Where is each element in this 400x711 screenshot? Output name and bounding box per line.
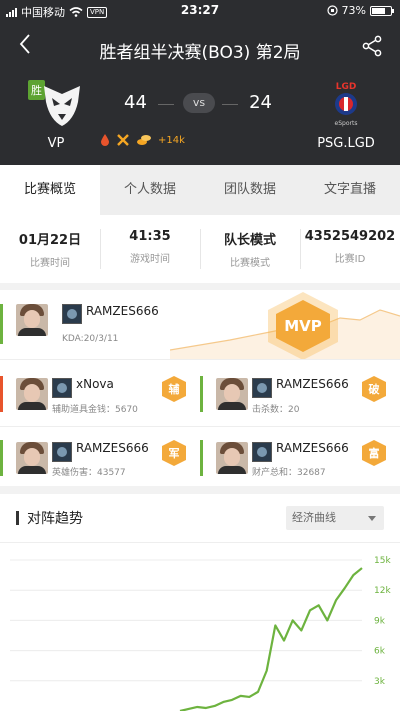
vp-logo-icon <box>44 86 80 126</box>
avatar <box>216 378 248 410</box>
y-tick-label: 15k <box>374 556 391 566</box>
y-tick-label: 12k <box>374 586 391 596</box>
player-stat: 财产总和：32687 <box>252 468 326 478</box>
vp-logo: 胜 <box>26 80 86 130</box>
score-left: 44 <box>124 92 147 113</box>
divider <box>222 104 238 105</box>
avatar <box>16 442 48 474</box>
player-awards: RAMZES666 KDA:20/3/11 MVP xNova 辅助道具金钱：5… <box>0 290 400 486</box>
chevron-down-icon <box>368 516 376 521</box>
y-tick-label: 9k <box>374 616 386 626</box>
info-value: 41:35 <box>129 229 171 244</box>
info-key: 比赛模式 <box>230 258 270 269</box>
gold-advantage: +14k <box>158 134 185 146</box>
y-tick-label: 6k <box>374 647 386 657</box>
player-name: xNova <box>76 377 114 391</box>
svg-text:LGD: LGD <box>336 82 357 92</box>
hero-icon <box>52 442 72 462</box>
divider <box>0 426 400 427</box>
hero-icon <box>252 378 272 398</box>
award-badge: 军 <box>162 440 186 466</box>
trend-header: 对阵趋势 <box>16 508 83 528</box>
mvp-player-name: RAMZES666 <box>86 304 159 318</box>
orientation-lock-icon <box>326 5 338 16</box>
mvp-kda: KDA:20/3/11 <box>62 334 119 344</box>
mvp-row[interactable]: RAMZES666 KDA:20/3/11 MVP <box>0 290 400 360</box>
team-left[interactable]: 胜 VP <box>14 80 98 151</box>
economy-series-line <box>179 567 363 711</box>
svg-text:eSports: eSports <box>335 120 358 127</box>
player-name: RAMZES666 <box>276 441 349 455</box>
team-indicator <box>0 304 3 344</box>
tab-team-stats[interactable]: 团队数据 <box>200 165 300 215</box>
share-icon[interactable] <box>360 34 384 58</box>
info-key: 游戏时间 <box>130 254 170 265</box>
economy-chart: 15k 12k 9k 6k 3k <box>10 556 391 711</box>
avatar <box>16 378 48 410</box>
info-value: 4352549202 <box>304 229 396 244</box>
battery-icon <box>370 5 394 16</box>
hero-icon <box>62 304 82 324</box>
info-key: 比赛ID <box>334 254 366 265</box>
team-right[interactable]: LGD eSports PSG.LGD <box>314 80 378 151</box>
curve-type-dropdown[interactable]: 经济曲线 <box>286 506 384 530</box>
info-game-mode: 队长模式 比赛模式 <box>200 215 300 283</box>
award-badge: 富 <box>362 440 386 466</box>
divider <box>0 542 400 543</box>
team-indicator <box>0 376 3 412</box>
trend-title: 对阵趋势 <box>27 511 83 527</box>
info-value: 01月22日 <box>18 233 82 248</box>
mvp-badge-icon: MVP <box>268 292 338 359</box>
player-name: RAMZES666 <box>76 441 149 455</box>
info-game-duration: 41:35 游戏时间 <box>100 215 200 283</box>
vs-badge: vs <box>183 93 215 113</box>
team-indicator <box>200 376 203 412</box>
tab-bar: 比赛概览 个人数据 团队数据 文字直播 <box>0 165 400 215</box>
team-right-name: PSG.LGD <box>317 136 375 151</box>
coins-icon <box>137 135 151 145</box>
match-info: 01月22日 比赛时间 41:35 游戏时间 队长模式 比赛模式 4352549… <box>0 215 400 283</box>
hero-icon <box>52 378 72 398</box>
match-stat-icons: +14k <box>100 133 185 147</box>
info-key: 比赛时间 <box>30 258 70 269</box>
status-bar: 中国移动 VPN 23:27 73% <box>0 0 400 22</box>
tab-live-text[interactable]: 文字直播 <box>300 165 400 215</box>
info-match-time: 01月22日 比赛时间 <box>0 215 100 283</box>
tab-overview[interactable]: 比赛概览 <box>0 165 100 215</box>
tab-player-stats[interactable]: 个人数据 <box>100 165 200 215</box>
dropdown-value: 经济曲线 <box>292 511 336 524</box>
team-indicator <box>200 440 203 476</box>
team-left-name: VP <box>47 136 65 151</box>
hero-icon <box>252 442 272 462</box>
player-stat: 辅助道具金钱：5670 <box>52 405 138 415</box>
award-badge: 辅 <box>162 376 186 402</box>
info-match-id: 4352549202 比赛ID <box>300 215 400 283</box>
team-indicator <box>0 440 3 476</box>
page-title: 胜者组半决赛(BO3) 第2局 <box>99 43 301 63</box>
y-tick-label: 3k <box>374 677 386 687</box>
battery-percent: 73% <box>341 4 366 17</box>
section-marker <box>16 511 19 525</box>
info-value: 队长模式 <box>223 233 276 248</box>
divider <box>158 104 174 105</box>
scoreboard: 44 vs 24 <box>110 92 290 116</box>
player-stat: 英雄伤害：43577 <box>52 468 126 478</box>
player-stat: 击杀数：20 <box>252 405 300 415</box>
award-badge: 破 <box>362 376 386 402</box>
swords-icon <box>117 134 129 146</box>
avatar <box>216 442 248 474</box>
player-name: RAMZES666 <box>276 377 349 391</box>
score-right: 24 <box>249 92 272 113</box>
svg-text:MVP: MVP <box>284 317 322 335</box>
first-blood-icon <box>101 134 109 146</box>
trend-section: 对阵趋势 经济曲线 15k 12k 9k 6k 3k <box>0 494 400 711</box>
nav-bar: 胜者组半决赛(BO3) 第2局 <box>0 30 400 66</box>
avatar <box>16 304 48 336</box>
psg-lgd-logo-icon: LGD eSports <box>335 82 358 127</box>
match-header: 中国移动 VPN 23:27 73% 胜者组半决赛(BO3) 第2局 胜 VP … <box>0 0 400 165</box>
